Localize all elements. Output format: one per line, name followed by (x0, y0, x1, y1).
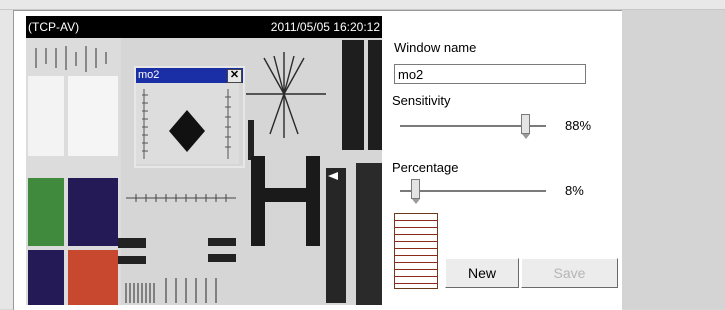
save-button[interactable]: Save (521, 258, 618, 288)
motion-window[interactable]: mo2 ✕ (134, 66, 245, 168)
left-margin (0, 10, 13, 309)
percentage-label: Percentage (392, 160, 459, 175)
motion-window-region[interactable] (136, 83, 243, 166)
motion-level-indicator (394, 213, 438, 289)
sensitivity-slider-thumb[interactable] (520, 114, 530, 139)
close-icon[interactable]: ✕ (227, 69, 242, 83)
new-button[interactable]: New (445, 258, 519, 288)
video-header: (TCP-AV) 2011/05/05 16:20:12 (26, 16, 382, 38)
video-timestamp: 2011/05/05 16:20:12 (270, 20, 380, 34)
sensitivity-value: 88% (565, 118, 592, 133)
video-source-label: (TCP-AV) (28, 20, 80, 34)
sensitivity-label: Sensitivity (392, 93, 451, 108)
window-name-label: Window name (394, 40, 477, 55)
window-name-field[interactable] (394, 64, 586, 84)
motion-window-title: mo2 (138, 69, 160, 81)
percentage-slider-thumb[interactable] (410, 179, 420, 204)
percentage-slider-track[interactable] (400, 190, 546, 193)
top-border (0, 0, 725, 10)
percentage-value: 8% (565, 183, 584, 198)
video-preview[interactable]: (TCP-AV) 2011/05/05 16:20:12 mo2 ✕ (26, 16, 382, 305)
right-panel-background (622, 10, 725, 309)
motion-window-title-bar[interactable]: mo2 ✕ (136, 68, 243, 83)
